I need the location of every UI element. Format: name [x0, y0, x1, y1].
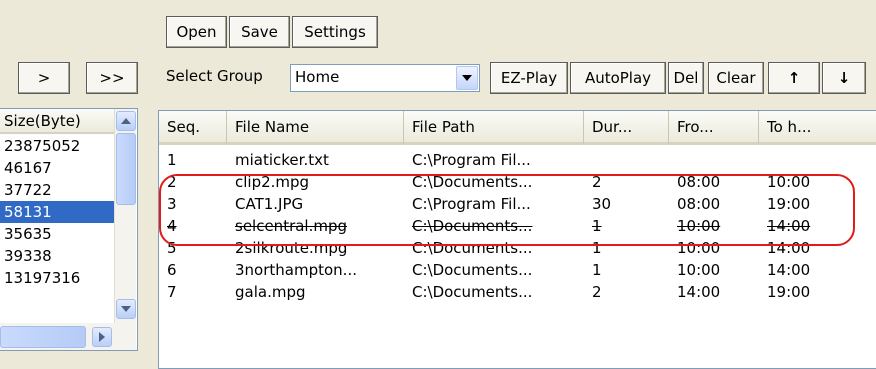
scroll-thumb[interactable]: [116, 133, 136, 205]
size-list-item[interactable]: 13197316: [0, 267, 114, 289]
clear-button[interactable]: Clear: [708, 62, 764, 94]
cell-seq: 1: [167, 151, 177, 169]
move-up-button[interactable]: ↑: [768, 62, 820, 94]
cell-file-path: C:\Documents...: [412, 217, 533, 235]
size-list-vertical-scrollbar[interactable]: [114, 109, 136, 323]
cell-seq: 3: [167, 195, 177, 213]
cell-from-hour: 08:00: [677, 195, 721, 213]
cell-file-name: selcentral.mpg: [235, 217, 348, 235]
cell-duration: 1: [592, 217, 602, 235]
size-column-header[interactable]: Size(Byte): [0, 109, 114, 134]
group-select[interactable]: Home: [290, 64, 480, 92]
size-list[interactable]: Size(Byte) 23875052 46167 37722 58131 35635 3…: [0, 108, 138, 351]
cell-to-hour: 19:00: [767, 283, 811, 301]
cell-file-path: C:\Program Fil...: [412, 151, 531, 169]
dropdown-arrow-icon[interactable]: [456, 66, 478, 90]
size-list-horizontal-scrollbar[interactable]: [0, 323, 136, 350]
column-header-seq[interactable]: Seq.: [159, 111, 227, 145]
column-header-duration[interactable]: Dur...: [584, 111, 669, 145]
cell-seq: 7: [167, 283, 177, 301]
scroll-down-icon[interactable]: [116, 299, 136, 319]
cell-seq: 2: [167, 173, 177, 191]
cell-file-name: 3northampton...: [235, 261, 357, 279]
size-list-item[interactable]: 39338: [0, 245, 114, 267]
cell-from-hour: 10:00: [677, 261, 721, 279]
cell-to-hour: 14:00: [767, 261, 811, 279]
cell-seq: 5: [167, 239, 177, 257]
cell-duration: 1: [592, 239, 602, 257]
scroll-up-icon[interactable]: [116, 111, 136, 131]
cell-from-hour: 14:00: [677, 283, 721, 301]
cell-duration: 2: [592, 283, 602, 301]
cell-file-path: C:\Program Fil...: [412, 195, 531, 213]
column-header-file-path[interactable]: File Path: [404, 111, 584, 145]
cell-to-hour: 10:00: [767, 173, 811, 191]
cell-file-name: CAT1.JPG: [235, 195, 304, 213]
size-list-item[interactable]: 35635: [0, 223, 114, 245]
cell-file-path: C:\Documents...: [412, 239, 533, 257]
column-header-from-hour[interactable]: Fro...: [669, 111, 759, 145]
last-page-button[interactable]: >>: [86, 62, 138, 94]
delete-button[interactable]: Del: [668, 62, 704, 94]
ez-play-button[interactable]: EZ-Play: [490, 62, 568, 94]
cell-file-path: C:\Documents...: [412, 261, 533, 279]
autoplay-button[interactable]: AutoPlay: [570, 62, 666, 94]
cell-from-hour: 10:00: [677, 217, 721, 235]
cell-seq: 4: [167, 217, 177, 235]
size-list-item[interactable]: 23875052: [0, 135, 114, 157]
cell-from-hour: 08:00: [677, 173, 721, 191]
cell-file-name: clip2.mpg: [235, 173, 310, 191]
cell-duration: 2: [592, 173, 602, 191]
cell-file-name: miaticker.txt: [235, 151, 329, 169]
move-down-button[interactable]: ↓: [822, 62, 866, 94]
cell-file-path: C:\Documents...: [412, 173, 533, 191]
select-group-label: Select Group: [166, 67, 263, 85]
scroll-right-icon[interactable]: [92, 327, 112, 347]
cell-from-hour: 10:00: [677, 239, 721, 257]
cell-seq: 6: [167, 261, 177, 279]
cell-file-name: gala.mpg: [235, 283, 306, 301]
save-button[interactable]: Save: [229, 16, 290, 48]
column-header-file-name[interactable]: File Name: [227, 111, 404, 145]
arrow-up-icon: ↑: [787, 69, 801, 87]
cell-file-name: 2silkroute.mpg: [235, 239, 348, 257]
cell-duration: [584, 149, 669, 171]
arrow-down-icon: ↓: [837, 69, 851, 87]
cell-duration: 30: [592, 195, 612, 213]
cell-file-path: C:\Documents...: [412, 283, 533, 301]
size-list-item[interactable]: 58131: [0, 201, 114, 223]
playlist-table[interactable]: Seq. File Name File Path Dur... Fro... To h..…: [158, 110, 876, 369]
group-select-value: Home: [295, 68, 340, 86]
cell-to-hour: 14:00: [767, 239, 811, 257]
column-header-to-hour[interactable]: To h...: [759, 111, 876, 145]
horizontal-scroll-thumb[interactable]: [0, 326, 86, 348]
settings-button[interactable]: Settings: [292, 16, 378, 48]
cell-to-hour: 14:00: [767, 217, 811, 235]
open-button[interactable]: Open: [166, 16, 227, 48]
cell-to-hour: 19:00: [767, 195, 811, 213]
cell-to-hour: [759, 149, 876, 171]
size-list-item[interactable]: 46167: [0, 157, 114, 179]
next-page-button[interactable]: >: [18, 62, 70, 94]
size-list-item[interactable]: 37722: [0, 179, 114, 201]
cell-duration: 1: [592, 261, 602, 279]
cell-from-hour: [669, 149, 759, 171]
